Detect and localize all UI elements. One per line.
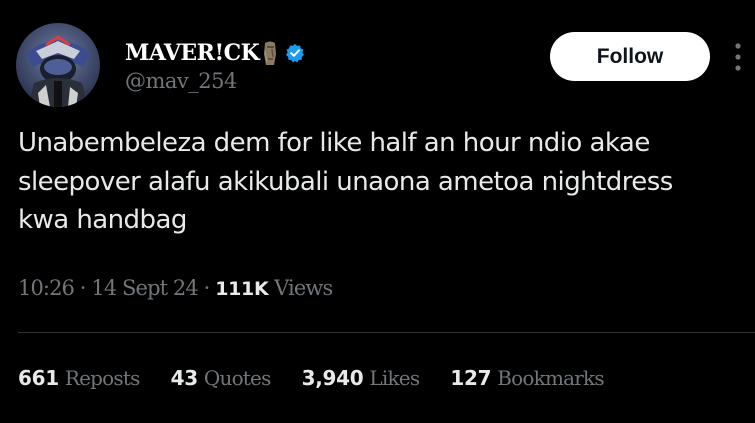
stat-label: Bookmarks [497, 366, 604, 390]
author-handle[interactable]: @mav_254 [125, 69, 237, 93]
stat-likes[interactable]: 3,940 Likes [302, 366, 420, 390]
author-name-row[interactable]: MAVER!CK [125, 38, 305, 68]
stat-count: 43 [170, 366, 199, 390]
follow-button[interactable]: Follow [550, 32, 710, 81]
views-count: 111K [215, 278, 269, 300]
tweet-meta: 10:26 · 14 Sept 24 · 111K Views [18, 276, 333, 300]
avatar-image [16, 23, 100, 107]
stat-count: 3,940 [301, 366, 364, 390]
tweet-time[interactable]: 10:26 [18, 276, 75, 300]
divider [18, 332, 755, 333]
stat-quotes[interactable]: 43 Quotes [170, 366, 272, 390]
views-label: Views [274, 276, 333, 300]
verified-badge-icon[interactable] [285, 43, 305, 63]
tweet-date[interactable]: 14 Sept 24 [91, 276, 198, 300]
tweet-text: Unabembeleza dem for like half an hour n… [18, 128, 673, 235]
engagement-stats: 661 Reposts 43 Quotes 3,940 Likes 127 Bookma… [18, 366, 630, 390]
stat-label: Likes [369, 366, 420, 390]
stat-label: Quotes [203, 366, 271, 390]
display-name[interactable]: MAVER!CK [125, 40, 260, 66]
meta-separator: · [197, 276, 216, 300]
stat-count: 661 [18, 366, 59, 390]
stat-bookmarks[interactable]: 127 Bookmarks [450, 366, 604, 390]
avatar[interactable] [16, 23, 100, 107]
more-options-icon[interactable] [732, 40, 744, 74]
stat-count: 127 [450, 366, 492, 390]
meta-separator: · [74, 276, 92, 300]
moai-emoji-icon [262, 40, 279, 67]
stat-reposts[interactable]: 661 Reposts [18, 366, 140, 390]
stat-label: Reposts [64, 366, 140, 390]
